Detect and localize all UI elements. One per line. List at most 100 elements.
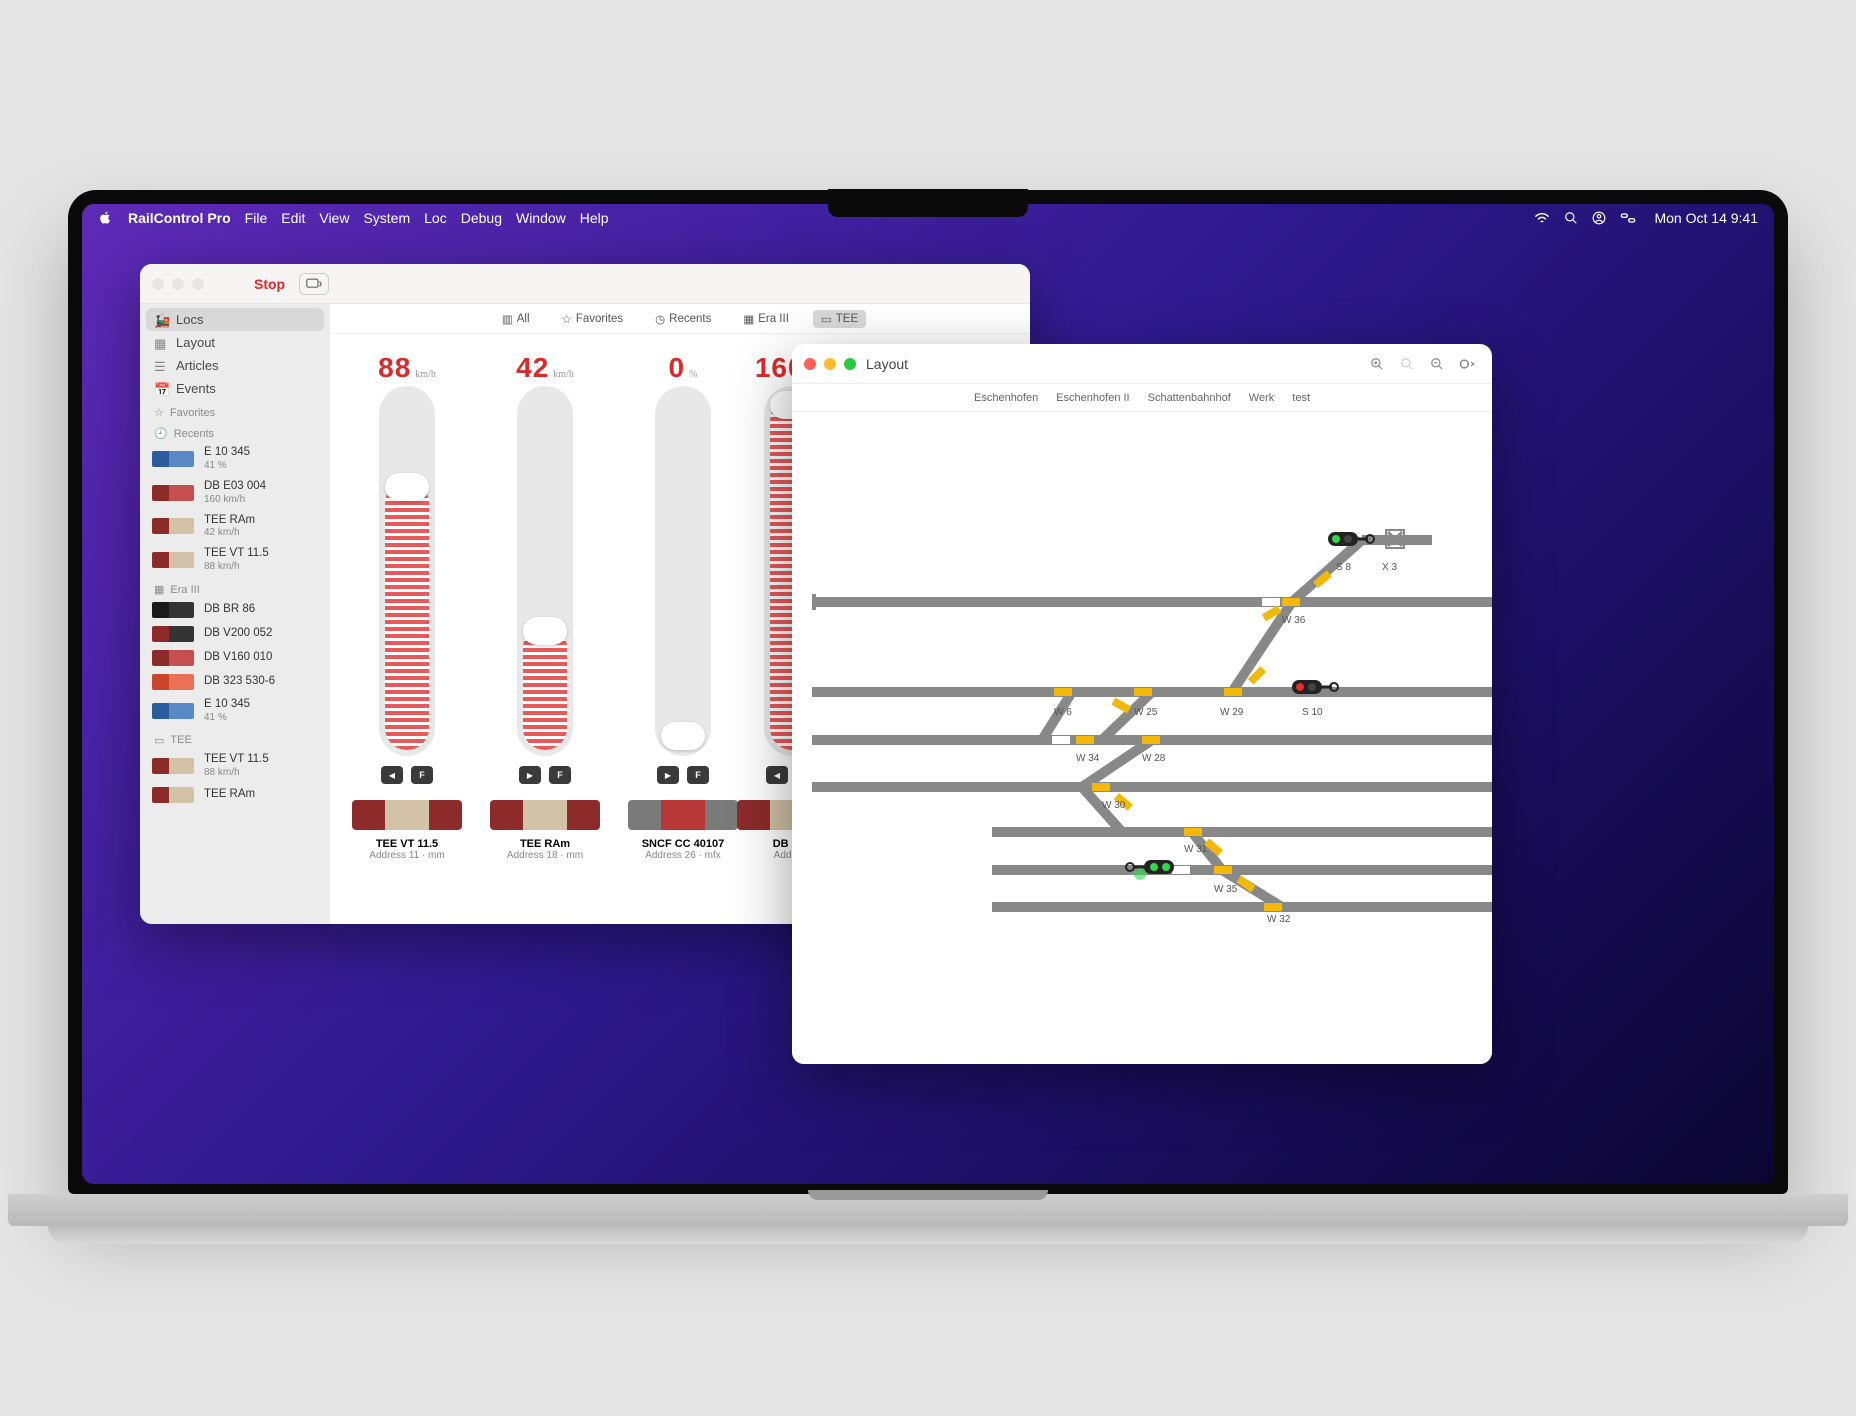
wifi-icon[interactable] xyxy=(1534,212,1550,224)
sidebar-loc-item[interactable]: TEE RAm42 km/h xyxy=(140,510,330,544)
direction-button[interactable]: ▶ xyxy=(519,766,541,784)
signal-green-bottom xyxy=(1126,860,1174,880)
speed-display: 42km/h xyxy=(516,352,574,380)
zoom-out-icon[interactable] xyxy=(1424,351,1450,377)
layout-tab[interactable]: Eschenhofen xyxy=(974,392,1038,404)
sidebar-tee-header: ▭ TEE xyxy=(140,728,330,749)
track-label: S 10 xyxy=(1302,707,1323,718)
track-label: W 36 xyxy=(1282,615,1305,626)
main-titlebar: Stop xyxy=(140,264,1030,304)
loc-card[interactable]: 42km/h ▶ F TEE RAm Address 18 · mm xyxy=(486,352,604,906)
filter-recents[interactable]: ◷Recents xyxy=(647,310,719,328)
speed-display: 0% xyxy=(669,352,698,380)
menu-loc[interactable]: Loc xyxy=(424,210,447,226)
sidebar-item-events[interactable]: 📅Events xyxy=(140,377,330,400)
traffic-lights[interactable] xyxy=(804,358,856,370)
track-label: S 8 xyxy=(1336,562,1351,573)
loc-thumbnail xyxy=(152,602,194,618)
screen-bezel: RailControl Pro File Edit View System Loc Deb… xyxy=(68,190,1788,1194)
track-label: W 32 xyxy=(1267,914,1290,925)
throttle-slider[interactable] xyxy=(379,386,435,756)
loc-thumbnail xyxy=(152,650,194,666)
sidebar-loc-item[interactable]: DB V160 010 xyxy=(140,646,330,670)
layout-titlebar: Layout xyxy=(792,344,1492,384)
direction-button[interactable]: ◀ xyxy=(766,766,788,784)
sidebar-item-locs[interactable]: 🚂Locs xyxy=(146,308,324,331)
sidebar-favorites-header: ☆ Favorites xyxy=(140,400,330,421)
filter-favorites[interactable]: ☆Favorites xyxy=(554,310,632,328)
loc-card[interactable]: 0% ▶ F SNCF CC 40107 Address 26 · mfx xyxy=(624,352,742,906)
settings-menu-button[interactable] xyxy=(1454,351,1480,377)
doc-icon: ☰ xyxy=(154,359,168,373)
sidebar-loc-item[interactable]: DB 323 530-6 xyxy=(140,670,330,694)
archive-icon: ▥ xyxy=(502,312,513,326)
track-label: W 28 xyxy=(1142,753,1165,764)
sidebar-loc-item[interactable]: DB BR 86 xyxy=(140,598,330,622)
layout-tab[interactable]: test xyxy=(1292,392,1310,404)
sidebar-loc-item[interactable]: TEE RAm xyxy=(140,783,330,807)
sidebar-recents-header: 🕘 Recents xyxy=(140,421,330,442)
display-mode-button[interactable] xyxy=(299,273,329,295)
zoom-fit-icon[interactable] xyxy=(1394,351,1420,377)
menu-edit[interactable]: Edit xyxy=(281,210,305,226)
zoom-in-icon[interactable] xyxy=(1364,351,1390,377)
loc-thumbnail xyxy=(152,703,194,719)
menu-help[interactable]: Help xyxy=(580,210,609,226)
sidebar-loc-item[interactable]: DB E03 004160 km/h xyxy=(140,476,330,510)
loc-card[interactable]: 88km/h ◀ F TEE VT 11.5 Address 11 · mm xyxy=(348,352,466,906)
direction-button[interactable]: ◀ xyxy=(381,766,403,784)
sidebar-era-header: ▦ Era III xyxy=(140,577,330,598)
calendar-icon: 📅 xyxy=(154,382,168,396)
sidebar-loc-item[interactable]: E 10 34541 % xyxy=(140,442,330,476)
layout-window: Layout Eschenhofen Eschenhofen II Schatten… xyxy=(792,344,1492,1064)
direction-button[interactable]: ▶ xyxy=(657,766,679,784)
filter-all[interactable]: ▥All xyxy=(494,310,538,328)
menu-file[interactable]: File xyxy=(245,210,268,226)
loc-card-address: Address 26 · mfx xyxy=(645,850,721,861)
filter-era iii[interactable]: ▦Era III xyxy=(735,310,797,328)
loc-image xyxy=(628,800,738,830)
function-button[interactable]: F xyxy=(549,766,571,784)
loc-card-name: TEE RAm xyxy=(520,838,570,850)
track-label: W 35 xyxy=(1214,884,1237,895)
sidebar-loc-item[interactable]: TEE VT 11.588 km/h xyxy=(140,749,330,783)
filter-tee[interactable]: ▭TEE xyxy=(813,310,866,328)
layout-title: Layout xyxy=(866,356,908,372)
layout-tab[interactable]: Werk xyxy=(1249,392,1274,404)
spotlight-icon[interactable] xyxy=(1564,211,1578,225)
throttle-slider[interactable] xyxy=(655,386,711,756)
menu-view[interactable]: View xyxy=(319,210,349,226)
loc-card-name: TEE VT 11.5 xyxy=(376,838,438,850)
star-icon: ☆ xyxy=(562,312,572,326)
function-button[interactable]: F xyxy=(687,766,709,784)
sidebar-loc-item[interactable]: E 10 34541 % xyxy=(140,694,330,728)
loc-thumbnail xyxy=(152,451,194,467)
function-button[interactable]: F xyxy=(411,766,433,784)
sidebar-loc-item[interactable]: TEE VT 11.588 km/h xyxy=(140,543,330,577)
throttle-slider[interactable] xyxy=(517,386,573,756)
sidebar-item-layout[interactable]: ▦Layout xyxy=(140,331,330,354)
menu-window[interactable]: Window xyxy=(516,210,566,226)
track-diagram[interactable]: S 8X 3W 36W 29S 10W 6W 25W 34W 28W 30W 3… xyxy=(792,412,1492,1064)
desktop: RailControl Pro File Edit View System Loc Deb… xyxy=(82,204,1774,1184)
traffic-lights[interactable] xyxy=(152,278,204,290)
apple-menu-icon[interactable] xyxy=(98,210,112,227)
app-name[interactable]: RailControl Pro xyxy=(128,210,231,226)
sidebar-loc-item[interactable]: DB V200 052 xyxy=(140,622,330,646)
stop-button[interactable]: Stop xyxy=(254,276,285,292)
layout-tab[interactable]: Eschenhofen II xyxy=(1056,392,1129,404)
loc-thumbnail xyxy=(152,518,194,534)
laptop-base xyxy=(8,1194,1848,1226)
layout-tab[interactable]: Schattenbahnhof xyxy=(1148,392,1231,404)
user-icon[interactable] xyxy=(1592,211,1606,225)
menu-system[interactable]: System xyxy=(363,210,410,226)
sidebar-item-articles[interactable]: ☰Articles xyxy=(140,354,330,377)
menu-debug[interactable]: Debug xyxy=(461,210,502,226)
datetime[interactable]: Mon Oct 14 9:41 xyxy=(1654,210,1758,226)
notch xyxy=(828,189,1028,217)
control-center-icon[interactable] xyxy=(1620,212,1636,224)
tag-icon: ▭ xyxy=(821,312,832,326)
loc-thumbnail xyxy=(152,758,194,774)
loc-thumbnail xyxy=(152,626,194,642)
track-label: X 3 xyxy=(1382,562,1397,573)
